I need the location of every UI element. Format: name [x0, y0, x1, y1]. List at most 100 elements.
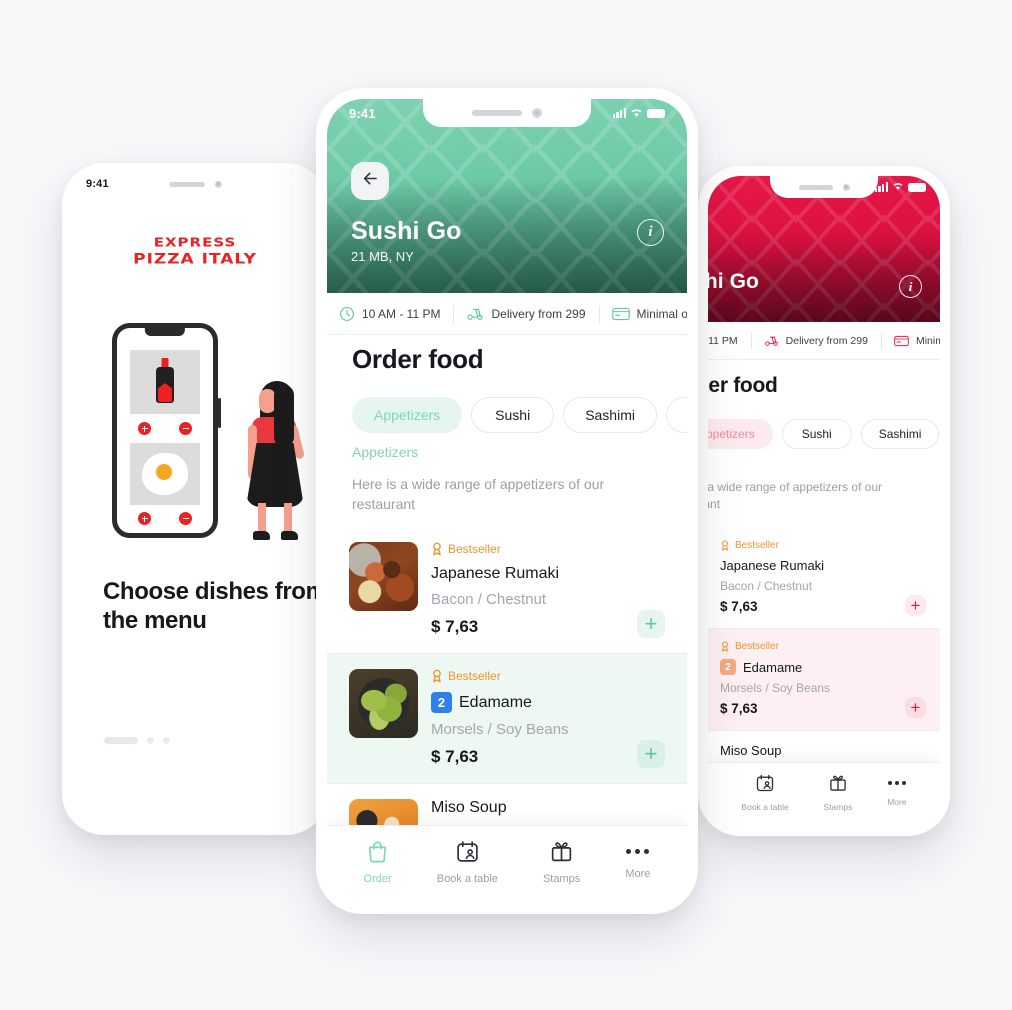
- info-icon[interactable]: i: [637, 219, 664, 246]
- japanese-rumaki-photo: [349, 542, 418, 611]
- food-name: 2 Edamame: [720, 659, 926, 675]
- tab-stamps[interactable]: Stamps: [543, 839, 580, 885]
- food-details: Bestseller 2 Edamame Morsels / Soy Beans…: [431, 669, 665, 768]
- food-ingredients: Morsels / Soy Beans: [720, 681, 831, 695]
- calendar-person-icon: [755, 773, 775, 798]
- right-section-title: Order food: [708, 374, 778, 397]
- tab-label: Order: [363, 873, 392, 885]
- clock-icon: [339, 306, 355, 322]
- food-name-text: Miso Soup: [431, 799, 507, 816]
- battery-icon: [647, 108, 665, 118]
- food-details: Bestseller Japanese Rumaki Bacon / Chest…: [720, 540, 926, 616]
- tab-stamps[interactable]: Stamps: [824, 773, 852, 812]
- food-name-text: Japanese Rumaki: [720, 558, 825, 573]
- edamame-photo: [349, 669, 418, 738]
- pagination-dot-active[interactable]: [104, 737, 138, 744]
- food-row-edamame[interactable]: Bestseller 2 Edamame Morsels / Soy Beans…: [708, 629, 940, 731]
- earpiece-speaker: [472, 110, 522, 116]
- food-details: Bestseller 2 Edamame Morsels / Soy Beans…: [720, 641, 926, 718]
- product-phone-mockup: [112, 323, 221, 538]
- food-price: $ 7,63: [720, 599, 758, 614]
- tab-label: More: [625, 868, 651, 880]
- pagination-dot[interactable]: [147, 737, 154, 744]
- mock-minus-button-1: [179, 422, 192, 435]
- bestseller-badge: Bestseller: [720, 641, 926, 652]
- add-to-cart-button[interactable]: +: [637, 740, 665, 768]
- category-pill-label: Sushi: [801, 427, 832, 441]
- food-name-text: Edamame: [743, 659, 803, 675]
- tab-more[interactable]: More: [887, 773, 907, 807]
- status-icons: [612, 106, 665, 121]
- center-category-heading: Appetizers: [352, 444, 419, 460]
- onboarding-title: Choose dishes from the menu: [103, 578, 318, 635]
- info-icon[interactable]: i: [899, 275, 922, 298]
- info-hours: 10 AM - 11 PM: [327, 306, 453, 322]
- category-pill-label: Sashimi: [878, 427, 922, 441]
- food-price: $ 7,63: [720, 701, 758, 716]
- category-pill-sushi[interactable]: Sushi: [781, 419, 852, 449]
- category-pill-sashimi[interactable]: Sashimi: [563, 397, 657, 433]
- back-button[interactable]: [351, 162, 389, 200]
- mock-product-card-1: [130, 350, 200, 414]
- logo-line-2: PIZZA ITALY: [133, 250, 257, 268]
- calendar-person-icon: [455, 839, 480, 869]
- info-minimal-order: Minimal order 500: [599, 307, 687, 321]
- status-icons: [874, 181, 926, 194]
- tab-book-a-table[interactable]: Book a table: [741, 773, 789, 812]
- mock-plus-button-1: [138, 422, 151, 435]
- tab-label: More: [887, 797, 907, 807]
- scooter-icon: [466, 306, 484, 321]
- right-bottom-nav[interactable]: Book a table Stamps More: [708, 762, 940, 826]
- add-to-cart-button[interactable]: +: [637, 610, 665, 638]
- food-name-text: Miso Soup: [720, 743, 782, 758]
- center-phone-screen: Sushi Go 21 MB, NY i 9:41 10 AM - 11 PM …: [327, 99, 687, 903]
- category-pill-label: Sushi: [495, 407, 531, 423]
- add-to-cart-button[interactable]: +: [905, 595, 926, 616]
- mock-plus-button-2: [138, 512, 151, 525]
- food-price: $ 7,63: [431, 617, 479, 636]
- food-name: Miso Soup: [720, 743, 926, 758]
- food-name-text: Japanese Rumaki: [431, 565, 560, 582]
- category-pill-label: Appetizers: [374, 407, 441, 423]
- tab-order[interactable]: Order: [364, 839, 392, 885]
- restaurant-location: 21 MB, NY: [351, 249, 414, 264]
- info-hours-label: 10 AM - 11 PM: [708, 334, 738, 347]
- center-info-strip: 10 AM - 11 PM Delivery from 299 Minimal …: [327, 293, 687, 335]
- onboarding-pagination[interactable]: [104, 737, 170, 744]
- bestseller-badge: Bestseller: [431, 542, 665, 556]
- food-details: Bestseller Japanese Rumaki Bacon / Chest…: [431, 542, 665, 638]
- category-pill-sashimi[interactable]: Sashimi: [860, 419, 940, 449]
- center-phone-frame: Sushi Go 21 MB, NY i 9:41 10 AM - 11 PM …: [316, 88, 698, 914]
- add-icon: +: [644, 611, 658, 636]
- center-category-pills[interactable]: Appetizers Sushi Sashimi Korean food: [352, 397, 687, 433]
- bag-icon: [365, 839, 390, 869]
- bestseller-badge: Bestseller: [431, 669, 665, 683]
- gift-icon: [828, 773, 848, 798]
- right-info-strip: 10 AM - 11 PM Delivery from 299 Minimal …: [708, 322, 940, 360]
- category-pill-appetizers[interactable]: Appetizers: [708, 419, 773, 449]
- category-pill-appetizers[interactable]: Appetizers: [352, 397, 463, 433]
- add-to-cart-button[interactable]: +: [905, 697, 926, 718]
- category-pill-label: Sashimi: [585, 407, 635, 423]
- info-minimal-label: Minimal order 500: [915, 334, 940, 347]
- food-row-japanese-rumaki[interactable]: Bestseller Japanese Rumaki Bacon / Chest…: [708, 528, 940, 629]
- bestseller-label: Bestseller: [448, 669, 501, 683]
- category-pill-korean-food[interactable]: Korean food: [665, 397, 687, 433]
- tab-more[interactable]: More: [625, 839, 650, 880]
- card-icon: [611, 307, 630, 321]
- pagination-dot[interactable]: [163, 737, 170, 744]
- wifi-icon: [892, 181, 904, 194]
- center-bottom-nav[interactable]: Order Book a table Stamps More: [327, 825, 687, 903]
- food-row-japanese-rumaki[interactable]: Bestseller Japanese Rumaki Bacon / Chest…: [327, 527, 687, 654]
- quantity-badge: 2: [431, 692, 452, 713]
- add-icon: +: [910, 698, 921, 717]
- food-row-edamame[interactable]: Bestseller 2 Edamame Morsels / Soy Beans…: [327, 654, 687, 784]
- bestseller-label: Bestseller: [735, 641, 779, 652]
- right-category-pills[interactable]: Appetizers Sushi Sashimi Korean food: [708, 419, 940, 449]
- food-ingredients: Bacon / Chestnut: [431, 591, 547, 608]
- left-phone-frame: 9:41 EXPRESS PIZZA ITALY Choose dishes f…: [62, 163, 328, 835]
- info-delivery: Delivery from 299: [453, 306, 598, 321]
- category-pill-sushi[interactable]: Sushi: [471, 397, 555, 433]
- tab-book-a-table[interactable]: Book a table: [437, 839, 498, 885]
- restaurant-name: Sushi Go: [351, 217, 462, 245]
